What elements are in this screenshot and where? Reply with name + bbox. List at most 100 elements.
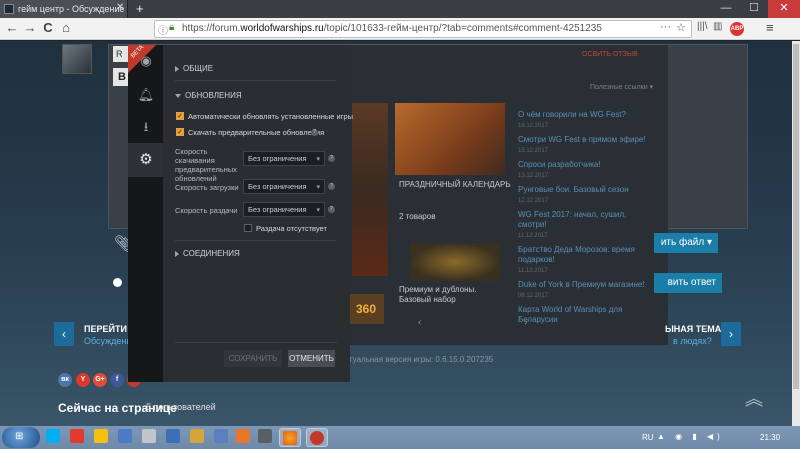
gplus-share-icon[interactable]: G+ xyxy=(93,373,107,387)
no-upload-checkbox[interactable] xyxy=(244,224,252,232)
site-info-icon[interactable]: ⓘ xyxy=(158,22,168,37)
task-app-icon[interactable] xyxy=(236,429,250,443)
cancel-button[interactable]: ОТМЕНИТЬ xyxy=(288,350,335,367)
useful-links-dropdown[interactable]: Полезные ссылки ▾ xyxy=(590,83,660,95)
hamburger-menu-icon[interactable]: ≡ xyxy=(766,20,774,35)
news-item-link[interactable]: Рунговые бои. Базовый сезон xyxy=(518,185,648,195)
library-icon[interactable]: |||\ xyxy=(697,21,708,32)
skype-icon[interactable] xyxy=(46,429,60,443)
news-item-date: 18.12.2017 xyxy=(518,123,549,129)
no-upload-label: Раздача отсутствует xyxy=(256,224,327,233)
scroll-top-icon[interactable]: ︽ xyxy=(739,385,769,411)
window-minimize-button[interactable]: — xyxy=(712,0,740,18)
help-icon[interactable]: ? xyxy=(328,155,335,162)
news-item-date: 11.12.2017 xyxy=(518,268,548,274)
expand-arrow-icon xyxy=(175,250,179,257)
task-app-icon[interactable] xyxy=(214,429,228,443)
news-item-link[interactable]: Братство Деда Морозов: время подарков! xyxy=(518,245,648,265)
reload-button[interactable]: C xyxy=(40,20,56,36)
next-topic-button[interactable]: › xyxy=(721,322,741,346)
news-item-date: 13.12.2017 xyxy=(518,173,549,179)
adblock-icon[interactable]: ABP xyxy=(730,22,744,36)
clock[interactable]: 21:30 xyxy=(760,433,780,442)
divider xyxy=(175,80,336,81)
browser-tab[interactable]: гейм центр - Обсуждение xyxy=(0,0,128,18)
bell-icon[interactable]: 🔔︎ xyxy=(137,86,155,104)
news-item-date: 08.12.2017 xyxy=(518,293,549,299)
news-item-date: 15.12.2017 xyxy=(518,148,549,154)
feedback-button[interactable]: ОСВИТЬ ОТЗЫВ xyxy=(582,51,638,58)
window-close-button[interactable]: ✕ xyxy=(768,0,800,18)
help-icon[interactable]: ? xyxy=(311,129,318,136)
preload-updates-checkbox[interactable]: ✓ xyxy=(176,128,184,136)
auto-update-label: Автоматически обновлять установленные иг… xyxy=(188,112,353,121)
preload-speed-label: Скорость скачивания предварительных обно… xyxy=(175,147,237,183)
home-button[interactable]: ⌂ xyxy=(58,20,74,36)
news-list: О чём говорили на WG Fest? 18.12.2017 Смот… xyxy=(518,110,648,328)
new-tab-button[interactable]: + xyxy=(136,1,144,16)
back-button[interactable]: ← xyxy=(4,20,20,36)
vk-share-icon[interactable]: вк xyxy=(58,373,72,387)
outlook-icon[interactable] xyxy=(166,429,180,443)
expand-arrow-icon xyxy=(175,65,179,72)
task-app-icon[interactable] xyxy=(258,429,272,443)
chrome-icon[interactable] xyxy=(94,429,108,443)
news-item-link[interactable]: Карта World of Warships для Беларусии xyxy=(518,305,648,325)
calendar-cat-image[interactable] xyxy=(395,103,505,175)
facebook-share-icon[interactable]: f xyxy=(110,373,124,387)
window-maximize-button[interactable]: ☐ xyxy=(740,0,768,18)
task-app-icon[interactable] xyxy=(118,429,132,443)
upload-speed-select[interactable]: Без ограничения ▾ xyxy=(243,202,325,217)
section-connections[interactable]: СОЕДИНЕНИЯ xyxy=(175,249,240,258)
submit-reply-button[interactable]: вить ответ xyxy=(654,273,722,293)
promo-image[interactable] xyxy=(352,103,388,276)
tab-close-icon[interactable]: ✕ xyxy=(116,2,124,13)
premium-bundle-image[interactable] xyxy=(410,243,500,281)
upload-speed-label: Скорость раздачи xyxy=(175,206,238,215)
download-speed-label: Скорость загрузки xyxy=(175,183,239,192)
calendar-label[interactable]: ПРАЗДНИЧНЫЙ КАЛЕНДАРЬ xyxy=(399,180,511,189)
section-updates[interactable]: ОБНОВЛЕНИЯ xyxy=(175,91,242,100)
footer-divider xyxy=(175,342,337,343)
news-item-link[interactable]: О чём говорили на WG Fest? xyxy=(518,110,648,120)
radio-button[interactable] xyxy=(113,278,122,287)
help-icon[interactable]: ? xyxy=(328,206,335,213)
auto-update-checkbox[interactable]: ✓ xyxy=(176,112,184,120)
download-speed-select[interactable]: Без ограничения ▾ xyxy=(243,179,325,194)
url-text[interactable]: https://forum.worldofwarships.ru/topic/1… xyxy=(182,23,602,34)
gear-icon[interactable]: ⚙ xyxy=(137,151,155,169)
news-item-link[interactable]: WG Fest 2017: начал, сушил, смотри! xyxy=(518,210,648,230)
sidebar-icon[interactable]: ▥ xyxy=(713,21,722,32)
news-item-link[interactable]: Смотри WG Fest в прямом эфире! xyxy=(518,135,648,145)
system-tray-icons[interactable]: ▲ ◉ ▮ ◀) xyxy=(657,432,724,441)
explorer-icon[interactable] xyxy=(190,429,204,443)
promo-360-image[interactable]: 360 xyxy=(348,294,384,324)
notepad-icon[interactable] xyxy=(142,429,156,443)
bookmark-star-icon[interactable]: ☆ xyxy=(676,21,686,34)
page-actions-icon[interactable]: ··· xyxy=(660,21,671,33)
preload-speed-select[interactable]: Без ограничения ▾ xyxy=(243,151,325,166)
page-scrollbar-thumb[interactable] xyxy=(793,44,799,389)
divider xyxy=(175,240,336,241)
goods-title[interactable]: Премиум и дублоны. Базовый набор xyxy=(399,285,499,305)
news-item-date: 12.12.2017 xyxy=(518,198,549,204)
tab-favicon-icon xyxy=(4,4,14,14)
news-item-link[interactable]: Duke of York в Премиум магазине! xyxy=(518,280,648,290)
forward-button[interactable]: → xyxy=(22,20,38,36)
user-avatar[interactable] xyxy=(62,44,92,74)
next-topic-link[interactable]: в людях? xyxy=(673,336,712,346)
chevron-down-icon: ▾ xyxy=(316,156,320,163)
chevron-down-icon: ▾ xyxy=(316,184,320,191)
news-item-link[interactable]: Спроси разработчика! xyxy=(518,160,648,170)
language-indicator[interactable]: RU xyxy=(642,433,654,442)
section-general[interactable]: ОБЩИЕ xyxy=(175,64,213,73)
yandex-browser-icon[interactable] xyxy=(70,429,84,443)
prev-topic-button[interactable]: ‹ xyxy=(54,322,74,346)
download-icon[interactable]: ⭳ xyxy=(137,118,155,136)
save-button[interactable]: СОХРАНИТЬ xyxy=(224,350,282,367)
help-icon[interactable]: ? xyxy=(328,183,335,190)
yandex-share-icon[interactable]: Y xyxy=(76,373,90,387)
firefox-icon xyxy=(283,431,297,445)
compass-icon[interactable]: ◉ xyxy=(137,52,155,70)
choose-file-button[interactable]: ить файл ▾ xyxy=(654,233,718,253)
